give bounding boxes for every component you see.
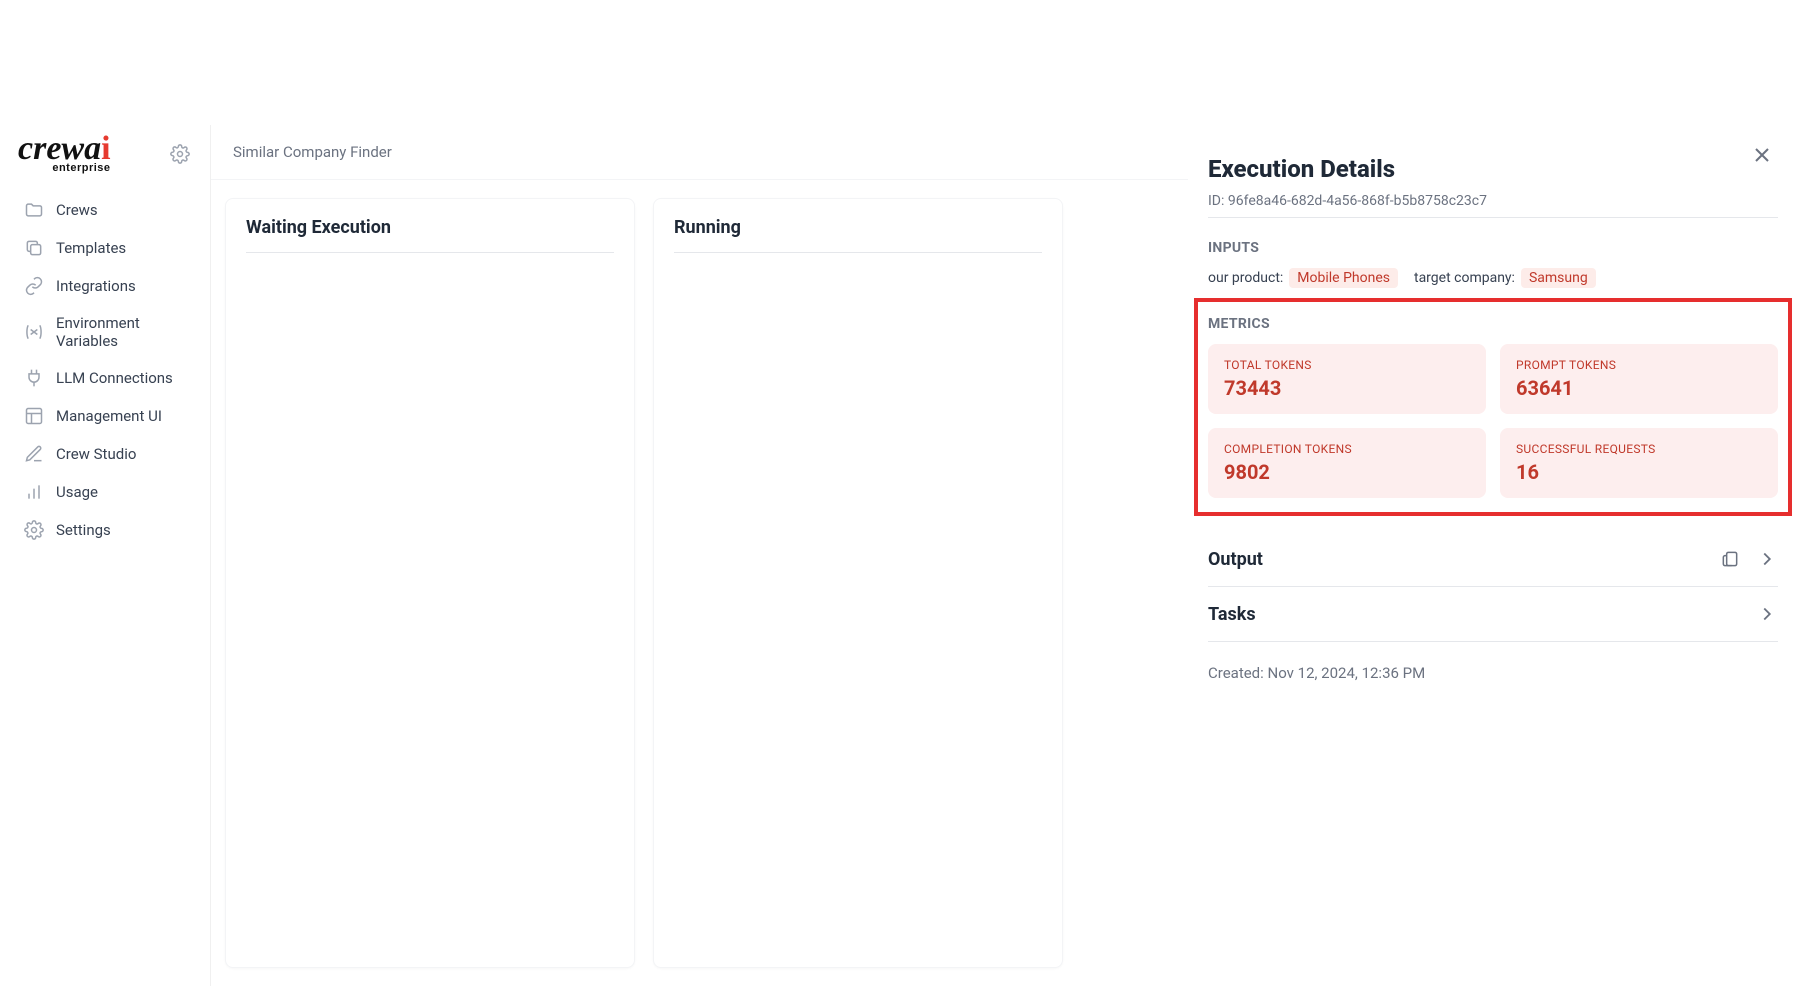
metric-label: TOTAL TOKENS — [1224, 358, 1470, 372]
gear-icon[interactable] — [170, 144, 190, 164]
logo-row: crewai enterprise — [18, 135, 200, 173]
sidebar-item-management-ui[interactable]: Management UI — [18, 397, 200, 435]
metric-value: 16 — [1516, 460, 1762, 484]
breadcrumb-item[interactable]: Similar Company Finder — [233, 143, 392, 161]
metric-card-prompt-tokens: PROMPT TOKENS 63641 — [1500, 344, 1778, 414]
input-pair-our-product: our product: Mobile Phones — [1208, 268, 1398, 288]
sidebar-item-label: Crews — [56, 201, 98, 219]
plug-icon — [24, 368, 44, 388]
sidebar-item-label: Templates — [56, 239, 126, 257]
input-key: target company: — [1414, 270, 1515, 286]
copy-icon — [24, 238, 44, 258]
waiting-execution-column: Waiting Execution — [225, 198, 635, 968]
sidebar-item-usage[interactable]: Usage — [18, 473, 200, 511]
sidebar-item-label: LLM Connections — [56, 369, 173, 387]
created-timestamp-row: Created: Nov 12, 2024, 12:36 PM — [1208, 664, 1778, 682]
execution-details-panel: Execution Details ID: 96fe8a46-682d-4a56… — [1188, 125, 1818, 986]
running-column: Running — [653, 198, 1063, 968]
tasks-accordion[interactable]: Tasks — [1208, 587, 1778, 642]
chevron-right-icon — [1756, 548, 1778, 570]
metric-label: PROMPT TOKENS — [1516, 358, 1762, 372]
output-label: Output — [1208, 549, 1263, 570]
execution-details-title: Execution Details — [1208, 155, 1778, 183]
execution-columns: Waiting Execution Running — [211, 180, 1188, 986]
sidebar-item-label: Integrations — [56, 277, 136, 295]
pencil-icon — [24, 444, 44, 464]
tasks-label: Tasks — [1208, 604, 1256, 625]
inputs-label: INPUTS — [1208, 240, 1778, 256]
created-label: Created: — [1208, 664, 1264, 682]
column-title: Waiting Execution — [246, 217, 614, 253]
folder-icon — [24, 200, 44, 220]
sidebar: crewai enterprise Crews Templates Integr… — [0, 125, 210, 986]
clipboard-icon[interactable] — [1720, 549, 1740, 569]
input-value-chip: Samsung — [1521, 268, 1596, 288]
metrics-grid: TOTAL TOKENS 73443 PROMPT TOKENS 63641 C… — [1208, 344, 1778, 498]
sidebar-item-label: Crew Studio — [56, 445, 136, 463]
gear-icon — [24, 520, 44, 540]
metric-value: 9802 — [1224, 460, 1470, 484]
tasks-actions — [1756, 603, 1778, 625]
execution-id-value: 96fe8a46-682d-4a56-868f-b5b8758c23c7 — [1228, 193, 1487, 209]
main-content: Similar Company Finder Waiting Execution… — [210, 125, 1188, 986]
metric-label: COMPLETION TOKENS — [1224, 442, 1470, 456]
variable-icon — [24, 322, 44, 342]
sidebar-item-crews[interactable]: Crews — [18, 191, 200, 229]
close-icon[interactable] — [1750, 143, 1774, 167]
metric-value: 63641 — [1516, 376, 1762, 400]
input-value-chip: Mobile Phones — [1289, 268, 1398, 288]
breadcrumb: Similar Company Finder — [211, 125, 1188, 180]
sidebar-item-label: Management UI — [56, 407, 162, 425]
sidebar-item-llm-connections[interactable]: LLM Connections — [18, 359, 200, 397]
metrics-section-highlight: METRICS TOTAL TOKENS 73443 PROMPT TOKENS… — [1194, 298, 1792, 516]
sidebar-item-settings[interactable]: Settings — [18, 511, 200, 549]
metric-value: 73443 — [1224, 376, 1470, 400]
sidebar-item-label: Settings — [56, 521, 111, 539]
input-pair-target-company: target company: Samsung — [1414, 268, 1596, 288]
metric-card-successful-requests: SUCCESSFUL REQUESTS 16 — [1500, 428, 1778, 498]
sidebar-item-label: Environment Variables — [56, 314, 194, 350]
layout-icon — [24, 406, 44, 426]
sidebar-item-crew-studio[interactable]: Crew Studio — [18, 435, 200, 473]
sidebar-item-integrations[interactable]: Integrations — [18, 267, 200, 305]
metric-card-completion-tokens: COMPLETION TOKENS 9802 — [1208, 428, 1486, 498]
output-accordion[interactable]: Output — [1208, 532, 1778, 587]
output-actions — [1720, 548, 1778, 570]
chevron-right-icon — [1756, 603, 1778, 625]
execution-id-row: ID: 96fe8a46-682d-4a56-868f-b5b8758c23c7 — [1208, 193, 1778, 218]
input-key: our product: — [1208, 270, 1283, 286]
created-value: Nov 12, 2024, 12:36 PM — [1268, 664, 1426, 682]
link-icon — [24, 276, 44, 296]
metrics-label: METRICS — [1208, 316, 1778, 332]
sidebar-item-environment-variables[interactable]: Environment Variables — [18, 305, 200, 359]
inputs-row: our product: Mobile Phones target compan… — [1208, 268, 1778, 288]
metric-card-total-tokens: TOTAL TOKENS 73443 — [1208, 344, 1486, 414]
column-title: Running — [674, 217, 1042, 253]
sidebar-item-templates[interactable]: Templates — [18, 229, 200, 267]
execution-id-label: ID: — [1208, 193, 1224, 209]
metric-label: SUCCESSFUL REQUESTS — [1516, 442, 1762, 456]
bar-chart-icon — [24, 482, 44, 502]
nav-list: Crews Templates Integrations Environment… — [18, 191, 200, 549]
sidebar-item-label: Usage — [56, 483, 98, 501]
brand-logo: crewai enterprise — [18, 135, 111, 173]
